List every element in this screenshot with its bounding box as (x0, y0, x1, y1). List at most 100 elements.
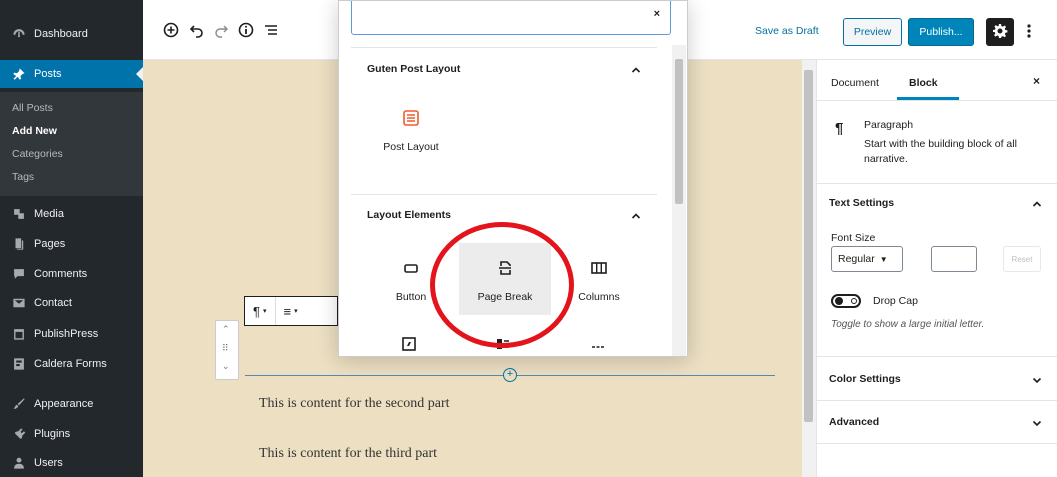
submenu-categories[interactable]: Categories (12, 148, 63, 160)
dashboard-icon (12, 27, 26, 41)
menu-item-comments[interactable]: Comments (0, 260, 143, 288)
publish-button[interactable]: Publish... (908, 18, 974, 46)
drop-cap-label: Drop Cap (873, 295, 918, 307)
preview-button[interactable]: Preview (843, 18, 902, 46)
more-menu-button[interactable] (1023, 20, 1035, 44)
settings-sidebar: Document Block × ¶ Paragraph Start with … (816, 60, 1057, 477)
menu-item-caldera-forms[interactable]: Caldera Forms (0, 350, 143, 378)
users-icon (12, 456, 26, 470)
block-item-label: Columns (578, 291, 620, 303)
info-icon[interactable] (238, 22, 254, 38)
chevron-up-icon[interactable] (631, 65, 641, 75)
gear-icon (992, 23, 1008, 42)
tab-document[interactable]: Document (831, 77, 879, 89)
menu-item-publishpress[interactable]: PublishPress (0, 320, 143, 348)
calendar-icon (12, 327, 26, 341)
plugin-icon (12, 427, 26, 441)
menu-label: Comments (34, 268, 88, 280)
divider (817, 400, 1057, 401)
drop-cap-help-text: Toggle to show a large initial letter. (831, 319, 985, 330)
separator-icon[interactable] (591, 341, 605, 353)
font-size-label: Font Size (831, 232, 876, 244)
chevron-up-icon[interactable] (631, 211, 641, 221)
block-inserter-popover: × Guten Post Layout Post Layout Layout E… (338, 0, 688, 357)
comments-icon (12, 267, 26, 281)
panel-title-color-settings[interactable]: Color Settings (829, 373, 901, 385)
tab-block[interactable]: Block (909, 77, 938, 89)
block-item-label: Post Layout (383, 141, 439, 153)
editor-scrollbar-thumb[interactable] (804, 70, 813, 422)
panel-title-text-settings[interactable]: Text Settings (829, 197, 894, 209)
menu-item-appearance[interactable]: Appearance (0, 390, 143, 418)
chevron-down-icon[interactable] (1032, 375, 1042, 385)
block-item-columns[interactable]: Columns (553, 243, 645, 315)
panel-title-advanced[interactable]: Advanced (829, 416, 879, 428)
save-draft-button[interactable]: Save as Draft (755, 25, 819, 37)
custom-font-size-input[interactable] (931, 246, 977, 272)
outline-icon[interactable] (263, 22, 279, 38)
drag-handle-icon[interactable]: ⠿ (222, 343, 229, 354)
menu-item-contact[interactable]: Contact (0, 289, 143, 317)
brush-icon (12, 397, 26, 411)
panel-title-guten-post-layout[interactable]: Guten Post Layout (367, 63, 460, 75)
reset-button[interactable]: Reset (1003, 246, 1041, 272)
move-up-icon[interactable]: ⌃ (222, 324, 230, 335)
post-layout-icon (402, 109, 420, 127)
submenu-tags[interactable]: Tags (12, 171, 34, 183)
more-menu-icon (1027, 23, 1031, 42)
block-item-post-layout[interactable]: Post Layout (365, 93, 457, 165)
paragraph-icon: ¶ (253, 303, 260, 319)
cover-icon[interactable] (402, 337, 416, 354)
close-icon[interactable]: × (1033, 74, 1040, 88)
divider (351, 47, 657, 48)
pages-icon (12, 237, 26, 251)
menu-label: Plugins (34, 428, 71, 440)
admin-sidebar: Dashboard Posts All Posts Add New Catego… (0, 0, 143, 477)
close-icon[interactable]: × (654, 8, 660, 20)
menu-label: Caldera Forms (34, 358, 107, 370)
block-item-label: Page Break (477, 291, 533, 303)
media-text-icon[interactable] (496, 337, 510, 354)
chevron-down-icon: ▾ (294, 308, 298, 315)
block-toolbar: ¶ ▾ ≡ ▾ (244, 296, 338, 326)
button-icon (402, 259, 420, 277)
drop-cap-toggle[interactable] (831, 294, 861, 308)
panel-title-layout-elements[interactable]: Layout Elements (367, 209, 451, 221)
menu-label: Contact (34, 297, 72, 309)
move-down-icon[interactable]: ⌄ (222, 361, 230, 372)
undo-icon[interactable] (189, 22, 205, 38)
submenu-add-new[interactable]: Add New (12, 125, 57, 137)
block-item-page-break[interactable]: Page Break (459, 243, 551, 315)
block-type-switcher[interactable]: ¶ ▾ (245, 297, 275, 325)
divider (817, 443, 1057, 444)
forms-icon (12, 357, 26, 371)
menu-item-pages[interactable]: Pages (0, 230, 143, 258)
block-item-button[interactable]: Button (365, 243, 457, 315)
divider (817, 356, 1057, 357)
menu-item-media[interactable]: Media (0, 200, 143, 228)
chevron-down-icon[interactable] (1032, 418, 1042, 428)
insert-block-plus-icon[interactable]: + (503, 368, 517, 382)
inserter-scrollbar-thumb[interactable] (675, 59, 683, 204)
block-search-input[interactable]: × (351, 1, 671, 35)
settings-button[interactable] (986, 18, 1014, 46)
menu-item-plugins[interactable]: Plugins (0, 420, 143, 448)
menu-label: Dashboard (34, 28, 88, 40)
font-size-select[interactable]: Regular ▼ (831, 246, 903, 272)
align-button[interactable]: ≡ ▾ (274, 297, 306, 325)
columns-icon (590, 259, 608, 277)
block-mover: ⌃ ⠿ ⌄ (215, 320, 239, 380)
paragraph-block[interactable]: This is content for the third part (259, 446, 437, 462)
add-block-icon[interactable] (163, 22, 179, 38)
block-item-label: Button (395, 291, 427, 303)
menu-item-users[interactable]: Users (0, 449, 143, 477)
menu-item-posts[interactable]: Posts (0, 60, 143, 88)
posts-submenu: All Posts Add New Categories Tags (0, 92, 143, 196)
paragraph-block[interactable]: This is content for the second part (259, 396, 450, 412)
page-break-icon (496, 259, 514, 277)
redo-icon[interactable] (213, 22, 229, 38)
menu-item-dashboard[interactable]: Dashboard (0, 20, 143, 48)
block-card-description: Start with the building block of all nar… (864, 138, 1017, 165)
submenu-all-posts[interactable]: All Posts (12, 102, 53, 114)
chevron-up-icon[interactable] (1032, 199, 1042, 209)
